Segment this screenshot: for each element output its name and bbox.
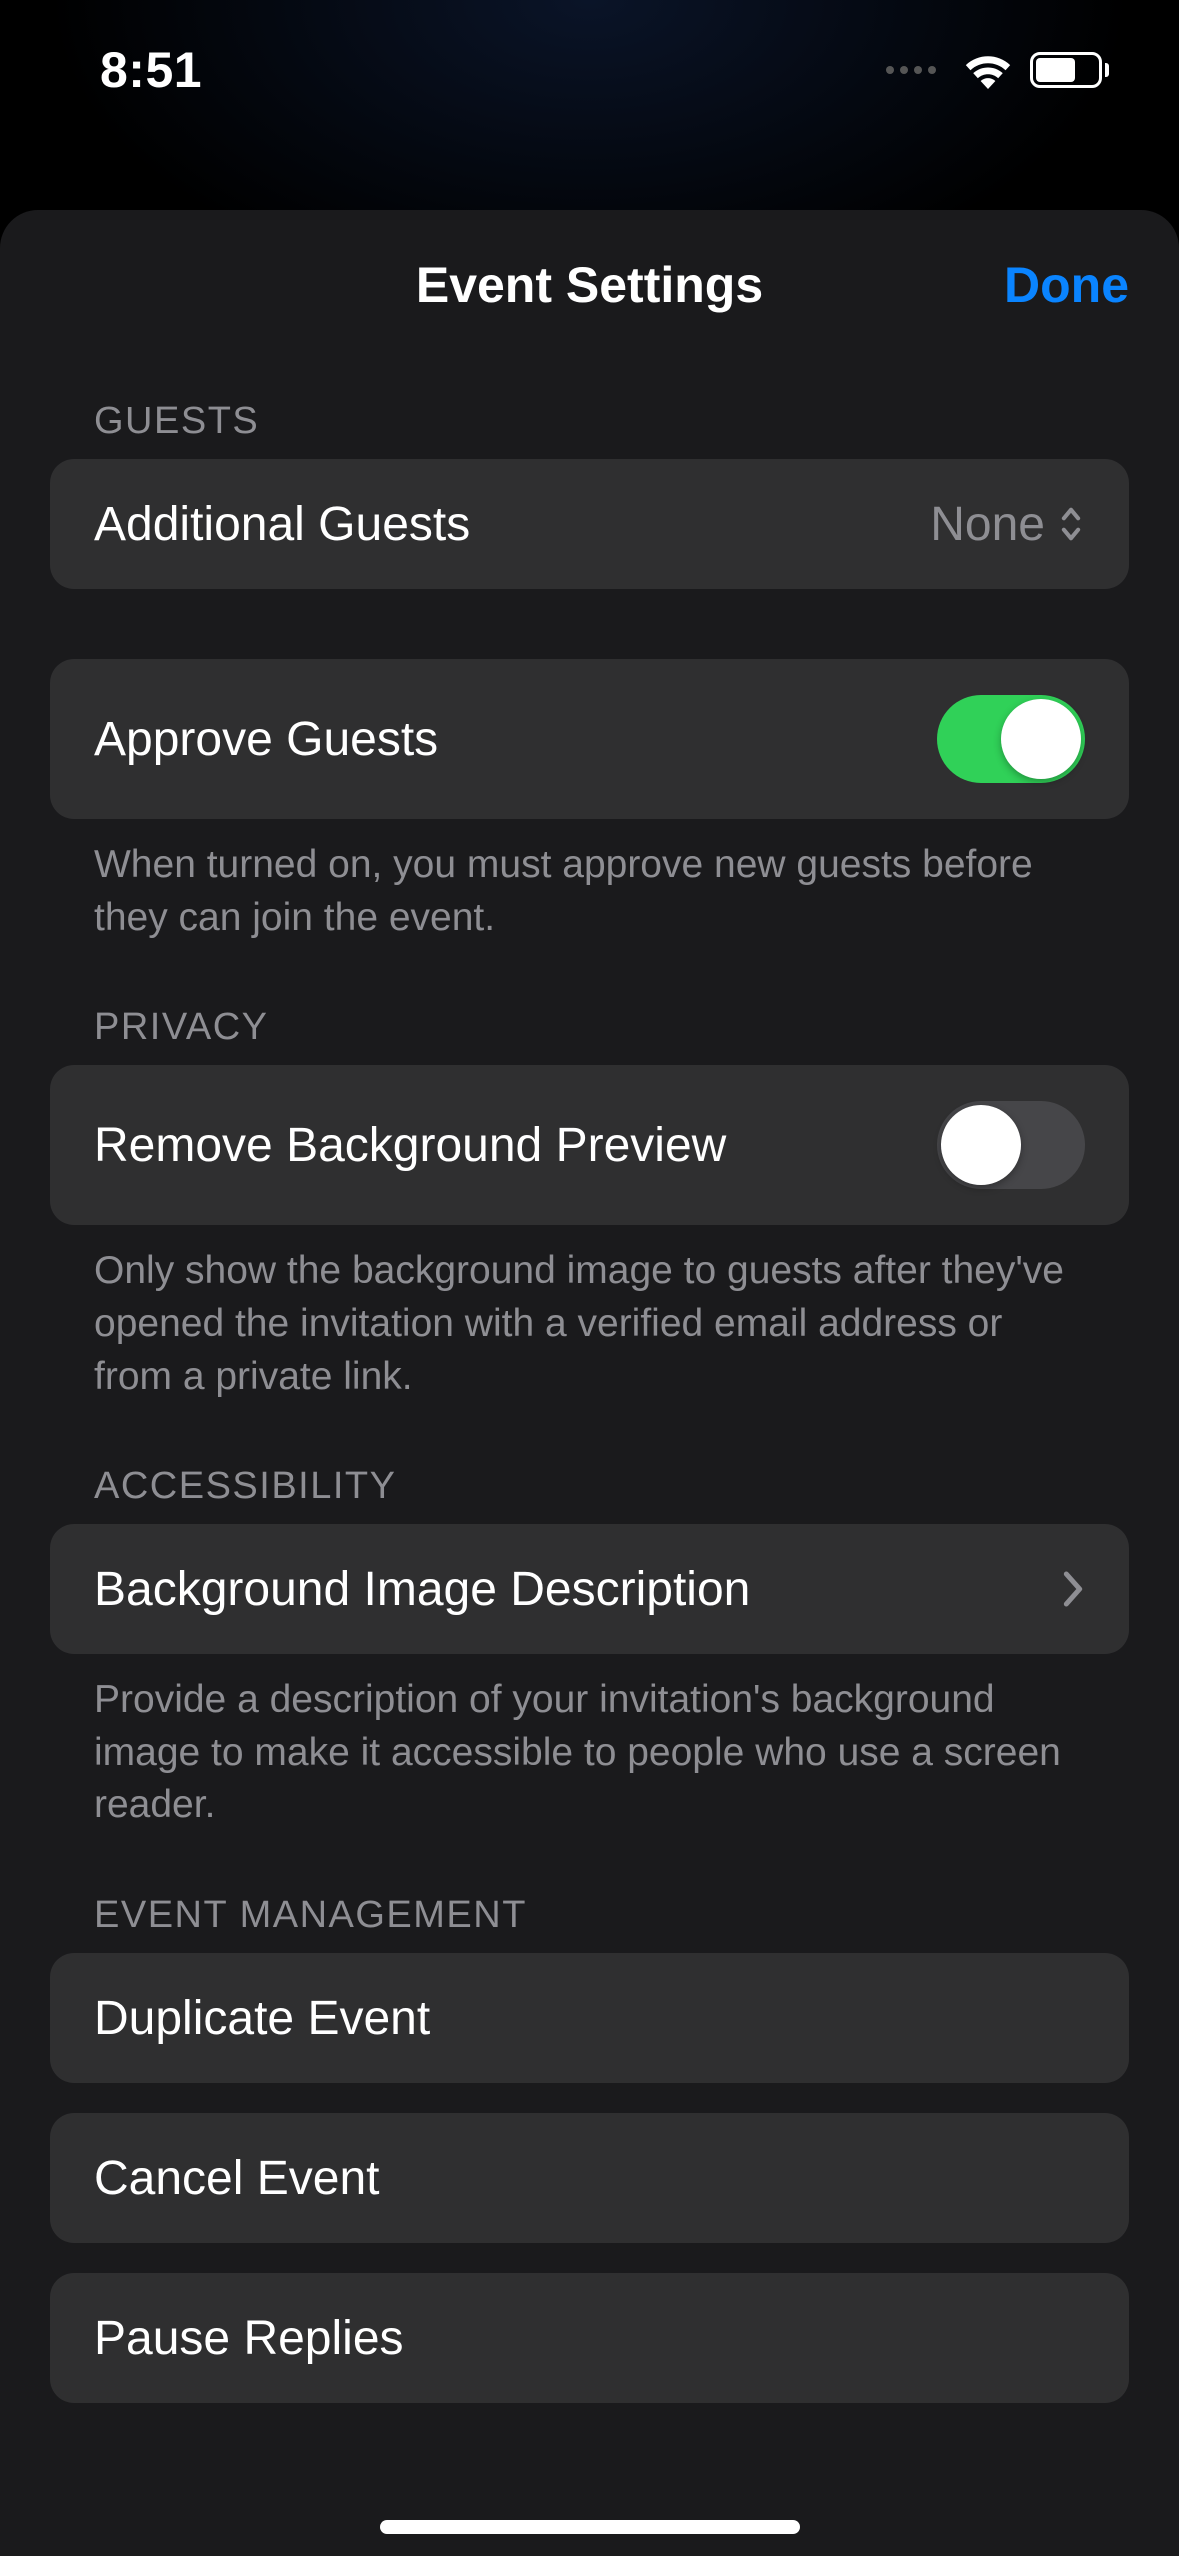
cancel-event-label: Cancel Event <box>94 2151 380 2206</box>
chevron-right-icon <box>1061 1569 1085 1609</box>
dots-indicator <box>886 66 936 74</box>
section-header-event-mgmt: EVENT MANAGEMENT <box>94 1894 1129 1937</box>
settings-sheet: Event Settings Done GUESTS Additional Gu… <box>0 210 1179 2556</box>
approve-guests-toggle[interactable] <box>937 695 1085 783</box>
duplicate-event-label: Duplicate Event <box>94 1991 430 2046</box>
page-title: Event Settings <box>416 256 763 314</box>
remove-bg-preview-row: Remove Background Preview <box>50 1065 1129 1225</box>
additional-guests-row[interactable]: Additional Guests None <box>50 459 1129 589</box>
duplicate-event-row[interactable]: Duplicate Event <box>50 1953 1129 2083</box>
status-bar: 8:51 <box>0 0 1179 140</box>
approve-guests-row: Approve Guests <box>50 659 1129 819</box>
done-button[interactable]: Done <box>1004 256 1129 314</box>
cancel-event-row[interactable]: Cancel Event <box>50 2113 1129 2243</box>
home-indicator <box>380 2520 800 2534</box>
status-time: 8:51 <box>100 41 202 99</box>
remove-bg-preview-footer: Only show the background image to guests… <box>94 1245 1085 1403</box>
approve-guests-label: Approve Guests <box>94 712 438 767</box>
section-header-guests: GUESTS <box>94 400 1129 443</box>
status-indicators <box>886 51 1109 89</box>
remove-bg-preview-toggle[interactable] <box>937 1101 1085 1189</box>
remove-bg-preview-label: Remove Background Preview <box>94 1118 726 1173</box>
additional-guests-label: Additional Guests <box>94 497 470 552</box>
pause-replies-row[interactable]: Pause Replies <box>50 2273 1129 2403</box>
section-header-privacy: PRIVACY <box>94 1006 1129 1049</box>
wifi-icon <box>962 51 1014 89</box>
additional-guests-value-text: None <box>930 497 1045 552</box>
battery-icon <box>1030 52 1109 88</box>
section-header-accessibility: ACCESSIBILITY <box>94 1465 1129 1508</box>
bg-image-description-row[interactable]: Background Image Description <box>50 1524 1129 1654</box>
updown-chevron-icon <box>1057 504 1085 544</box>
bg-image-description-footer: Provide a description of your invitation… <box>94 1674 1085 1832</box>
pause-replies-label: Pause Replies <box>94 2311 404 2366</box>
sheet-header: Event Settings Done <box>0 210 1179 360</box>
bg-image-description-label: Background Image Description <box>94 1562 750 1617</box>
approve-guests-footer: When turned on, you must approve new gue… <box>94 839 1085 944</box>
additional-guests-value: None <box>930 497 1085 552</box>
